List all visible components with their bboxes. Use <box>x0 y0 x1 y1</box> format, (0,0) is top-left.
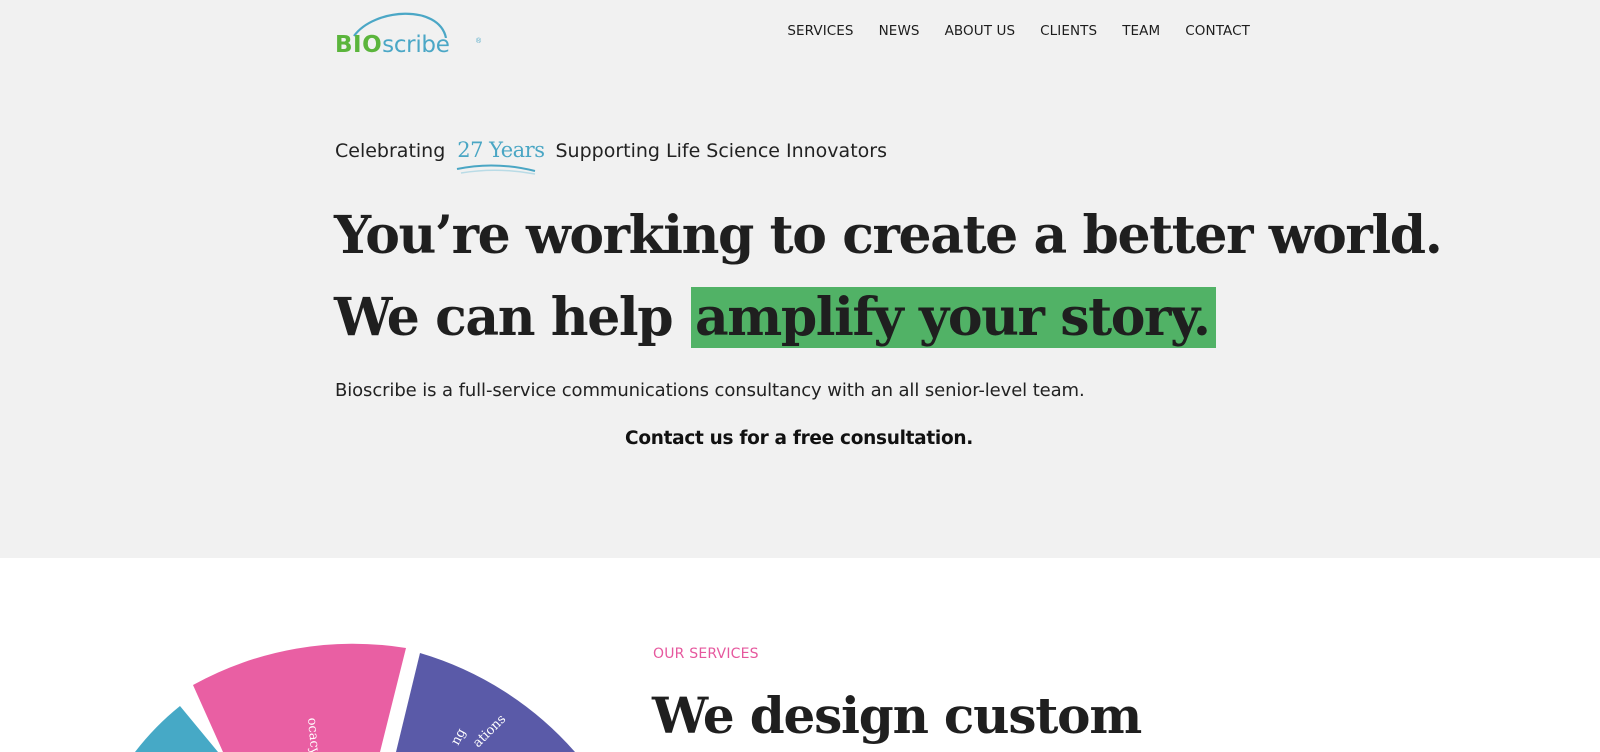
services-eyebrow: OUR SERVICES <box>653 646 759 662</box>
anniversary-tagline: Celebrating 27 Years Supporting Life Sci… <box>335 138 887 175</box>
nav-item-services[interactable]: SERVICES <box>787 22 853 40</box>
headline-line-2: We can help <box>334 287 674 348</box>
swoosh-underline-icon <box>457 164 536 175</box>
years-text: 27 Years <box>457 138 545 162</box>
intro-text: Bioscribe is a full-service communicatio… <box>335 380 1085 401</box>
hero-headline: You’re working to create a better world.… <box>334 195 1443 359</box>
nav-item-news[interactable]: NEWS <box>879 22 920 40</box>
nav-item-clients[interactable]: CLIENTS <box>1040 22 1097 40</box>
logo-wordmark: BIOscribe <box>335 32 450 58</box>
nav-item-about-us[interactable]: ABOUT US <box>945 22 1016 40</box>
contact-cta-link[interactable]: Contact us for a free consultation. <box>0 428 1598 449</box>
services-wheel-graphic: ocacy ng ations <box>135 643 575 752</box>
celebrate-suffix: Supporting Life Science Innovators <box>555 140 887 162</box>
celebrate-prefix: Celebrating <box>335 140 446 162</box>
headline-line-1: You’re working to create a better world. <box>334 205 1443 266</box>
main-nav: SERVICES NEWS ABOUT US CLIENTS TEAM CONT… <box>787 22 1250 40</box>
wheel-segment-advocacy <box>193 643 406 752</box>
services-title: We design custom <box>652 686 1142 745</box>
bioscribe-logo[interactable]: BIOscribe ® <box>334 6 486 58</box>
nav-item-contact[interactable]: CONTACT <box>1185 22 1250 40</box>
logo-registered-mark: ® <box>476 38 482 45</box>
nav-item-team[interactable]: TEAM <box>1122 22 1160 40</box>
hero-section: BIOscribe ® SERVICES NEWS ABOUT US CLIEN… <box>0 0 1600 558</box>
wheel-label-advocacy: ocacy <box>304 717 322 752</box>
years-badge: 27 Years <box>457 138 545 175</box>
headline-highlight: amplify your story. <box>690 287 1216 348</box>
